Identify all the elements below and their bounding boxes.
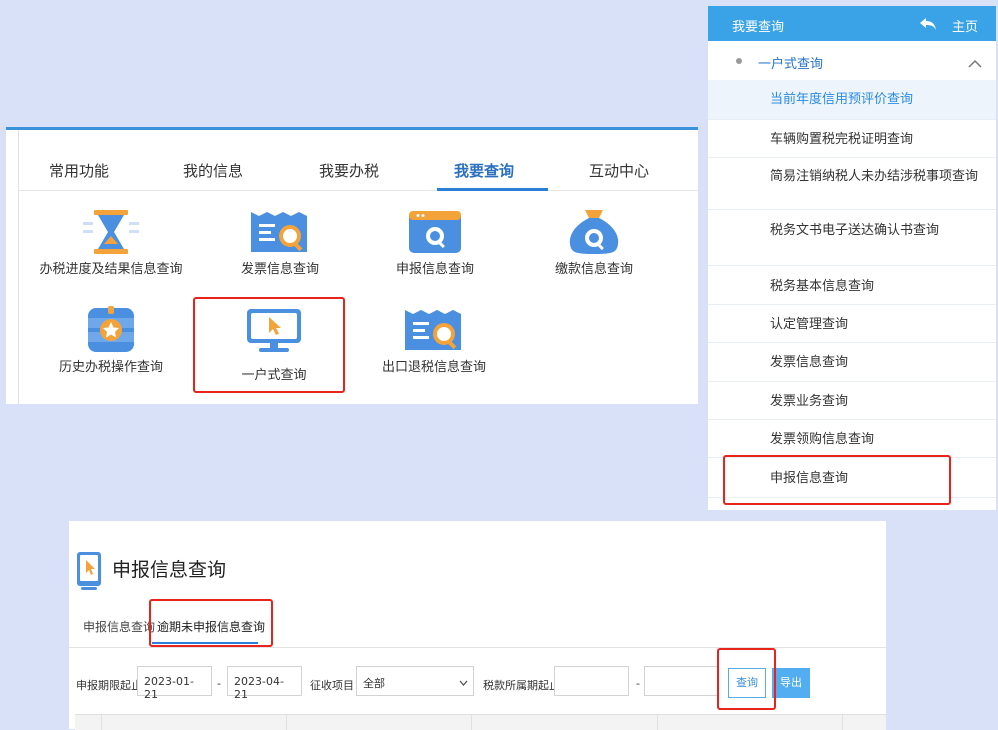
export-button[interactable]: 导出 — [772, 668, 810, 698]
history-badge-icon — [80, 306, 142, 354]
tile-label: 申报信息查询 — [395, 262, 474, 277]
menu-item-label: 发票业务查询 — [770, 394, 849, 409]
tab-interaction-center[interactable]: 互动中心 — [589, 160, 649, 181]
menu-item-simple-deregistration[interactable]: 简易注销纳税人未办结涉税事项查询 — [708, 158, 996, 210]
table-column-divider — [657, 715, 658, 730]
menu-item-invoice-info[interactable]: 发票信息查询 — [708, 343, 996, 382]
tab-my-query[interactable]: 我要查询 — [454, 160, 514, 181]
menu-item-label: 税务文书电子送达确认书查询 — [770, 223, 940, 238]
hourglass-icon — [80, 208, 142, 256]
side-menu: 我要查询 主页 一户式查询 当前年度信用预评价查询 车辆购置税完税证明查询 简易… — [708, 6, 996, 510]
tile-progress-query[interactable]: 办税进度及结果信息查询 — [36, 208, 186, 277]
highlight-query-button — [717, 648, 776, 710]
menu-item-label: 认定管理查询 — [770, 317, 849, 332]
back-arrow-icon[interactable] — [920, 16, 936, 30]
export-refund-icon — [403, 306, 465, 354]
menu-item-label: 税务基本信息查询 — [770, 279, 875, 294]
menu-item-vehicle-tax[interactable]: 车辆购置税完税证明查询 — [708, 120, 996, 158]
menu-section-header[interactable]: 一户式查询 — [708, 41, 996, 79]
menu-item-label: 车辆购置税完税证明查询 — [770, 132, 914, 147]
tab-common-functions[interactable]: 常用功能 — [49, 160, 109, 181]
menu-item-document-delivery[interactable]: 税务文书电子送达确认书查询 — [708, 210, 996, 266]
declaration-query-page: 申报信息查询 申报信息查询 逾期未申报信息查询 申报期限起止： 2023-01-… — [69, 521, 886, 730]
highlight-one-account-tile — [193, 297, 345, 393]
function-panel-body: 常用功能 我的信息 我要办税 我要查询 互动中心 办税进度及结果信息查询 发票信… — [18, 130, 698, 404]
tile-label: 发票信息查询 — [240, 262, 319, 277]
tile-label: 缴款信息查询 — [554, 262, 633, 277]
subtab-declaration-info[interactable]: 申报信息查询 — [83, 618, 155, 635]
tile-invoice-query[interactable]: 发票信息查询 — [205, 208, 355, 277]
chevron-down-icon — [459, 677, 468, 686]
function-panel: 常用功能 我的信息 我要办税 我要查询 互动中心 办税进度及结果信息查询 发票信… — [6, 127, 698, 404]
menu-item-label: 当前年度信用预评价查询 — [770, 92, 914, 107]
side-menu-header: 我要查询 主页 — [708, 6, 996, 41]
menu-item-label: 发票领购信息查询 — [770, 432, 875, 447]
tile-history-query[interactable]: 历史办税操作查询 — [36, 306, 186, 375]
result-table-header — [75, 714, 886, 730]
highlight-declaration-menu-item — [723, 455, 951, 505]
tax-period-end-input[interactable] — [644, 666, 719, 696]
menu-item-identification[interactable]: 认定管理查询 — [708, 305, 996, 343]
tile-label: 办税进度及结果信息查询 — [39, 262, 183, 277]
tile-payment-query[interactable]: 缴款信息查询 — [519, 208, 669, 277]
tile-export-refund-query[interactable]: 出口退税信息查询 — [359, 306, 509, 375]
active-tab-underline — [437, 188, 548, 191]
menu-item-label: 简易注销纳税人未办结涉税事项查询 — [770, 169, 979, 184]
menu-item-invoice-purchase[interactable]: 发票领购信息查询 — [708, 420, 996, 458]
highlight-overdue-subtab — [149, 599, 273, 647]
table-column-divider — [471, 715, 472, 730]
menu-item-credit-evaluation[interactable]: 当前年度信用预评价查询 — [708, 80, 996, 120]
range-dash: - — [636, 677, 640, 690]
menu-item-label: 发票信息查询 — [770, 355, 849, 370]
menu-section-label: 一户式查询 — [758, 57, 824, 72]
range-dash: - — [217, 677, 221, 690]
table-column-divider — [101, 715, 102, 730]
bullet-icon — [736, 58, 742, 64]
invoice-search-icon — [249, 208, 311, 256]
table-column-divider — [286, 715, 287, 730]
money-bag-search-icon — [563, 208, 625, 256]
period-end-input[interactable]: 2023-04-21 — [227, 666, 302, 701]
tax-period-start-input[interactable] — [554, 666, 629, 696]
menu-item-invoice-business[interactable]: 发票业务查询 — [708, 382, 996, 420]
period-start-input[interactable]: 2023-01-21 — [137, 666, 212, 701]
levy-select-value: 全部 — [363, 677, 385, 690]
browser-search-icon — [404, 208, 466, 256]
chevron-up-icon[interactable] — [968, 54, 982, 68]
levy-select[interactable]: 全部 — [356, 666, 474, 696]
tab-tax-handling[interactable]: 我要办税 — [319, 160, 379, 181]
page-title: 申报信息查询 — [112, 559, 227, 581]
tile-declaration-query[interactable]: 申报信息查询 — [360, 208, 510, 277]
tab-my-info[interactable]: 我的信息 — [183, 160, 243, 181]
function-tabs: 常用功能 我的信息 我要办税 我要查询 互动中心 — [19, 144, 698, 191]
table-column-divider — [842, 715, 843, 730]
tile-label: 出口退税信息查询 — [381, 360, 486, 375]
monitor-cursor-icon — [76, 551, 102, 591]
tile-label: 历史办税操作查询 — [58, 360, 163, 375]
home-link[interactable]: 主页 — [952, 16, 978, 35]
side-menu-title: 我要查询 — [732, 20, 785, 35]
menu-item-basic-info[interactable]: 税务基本信息查询 — [708, 266, 996, 305]
